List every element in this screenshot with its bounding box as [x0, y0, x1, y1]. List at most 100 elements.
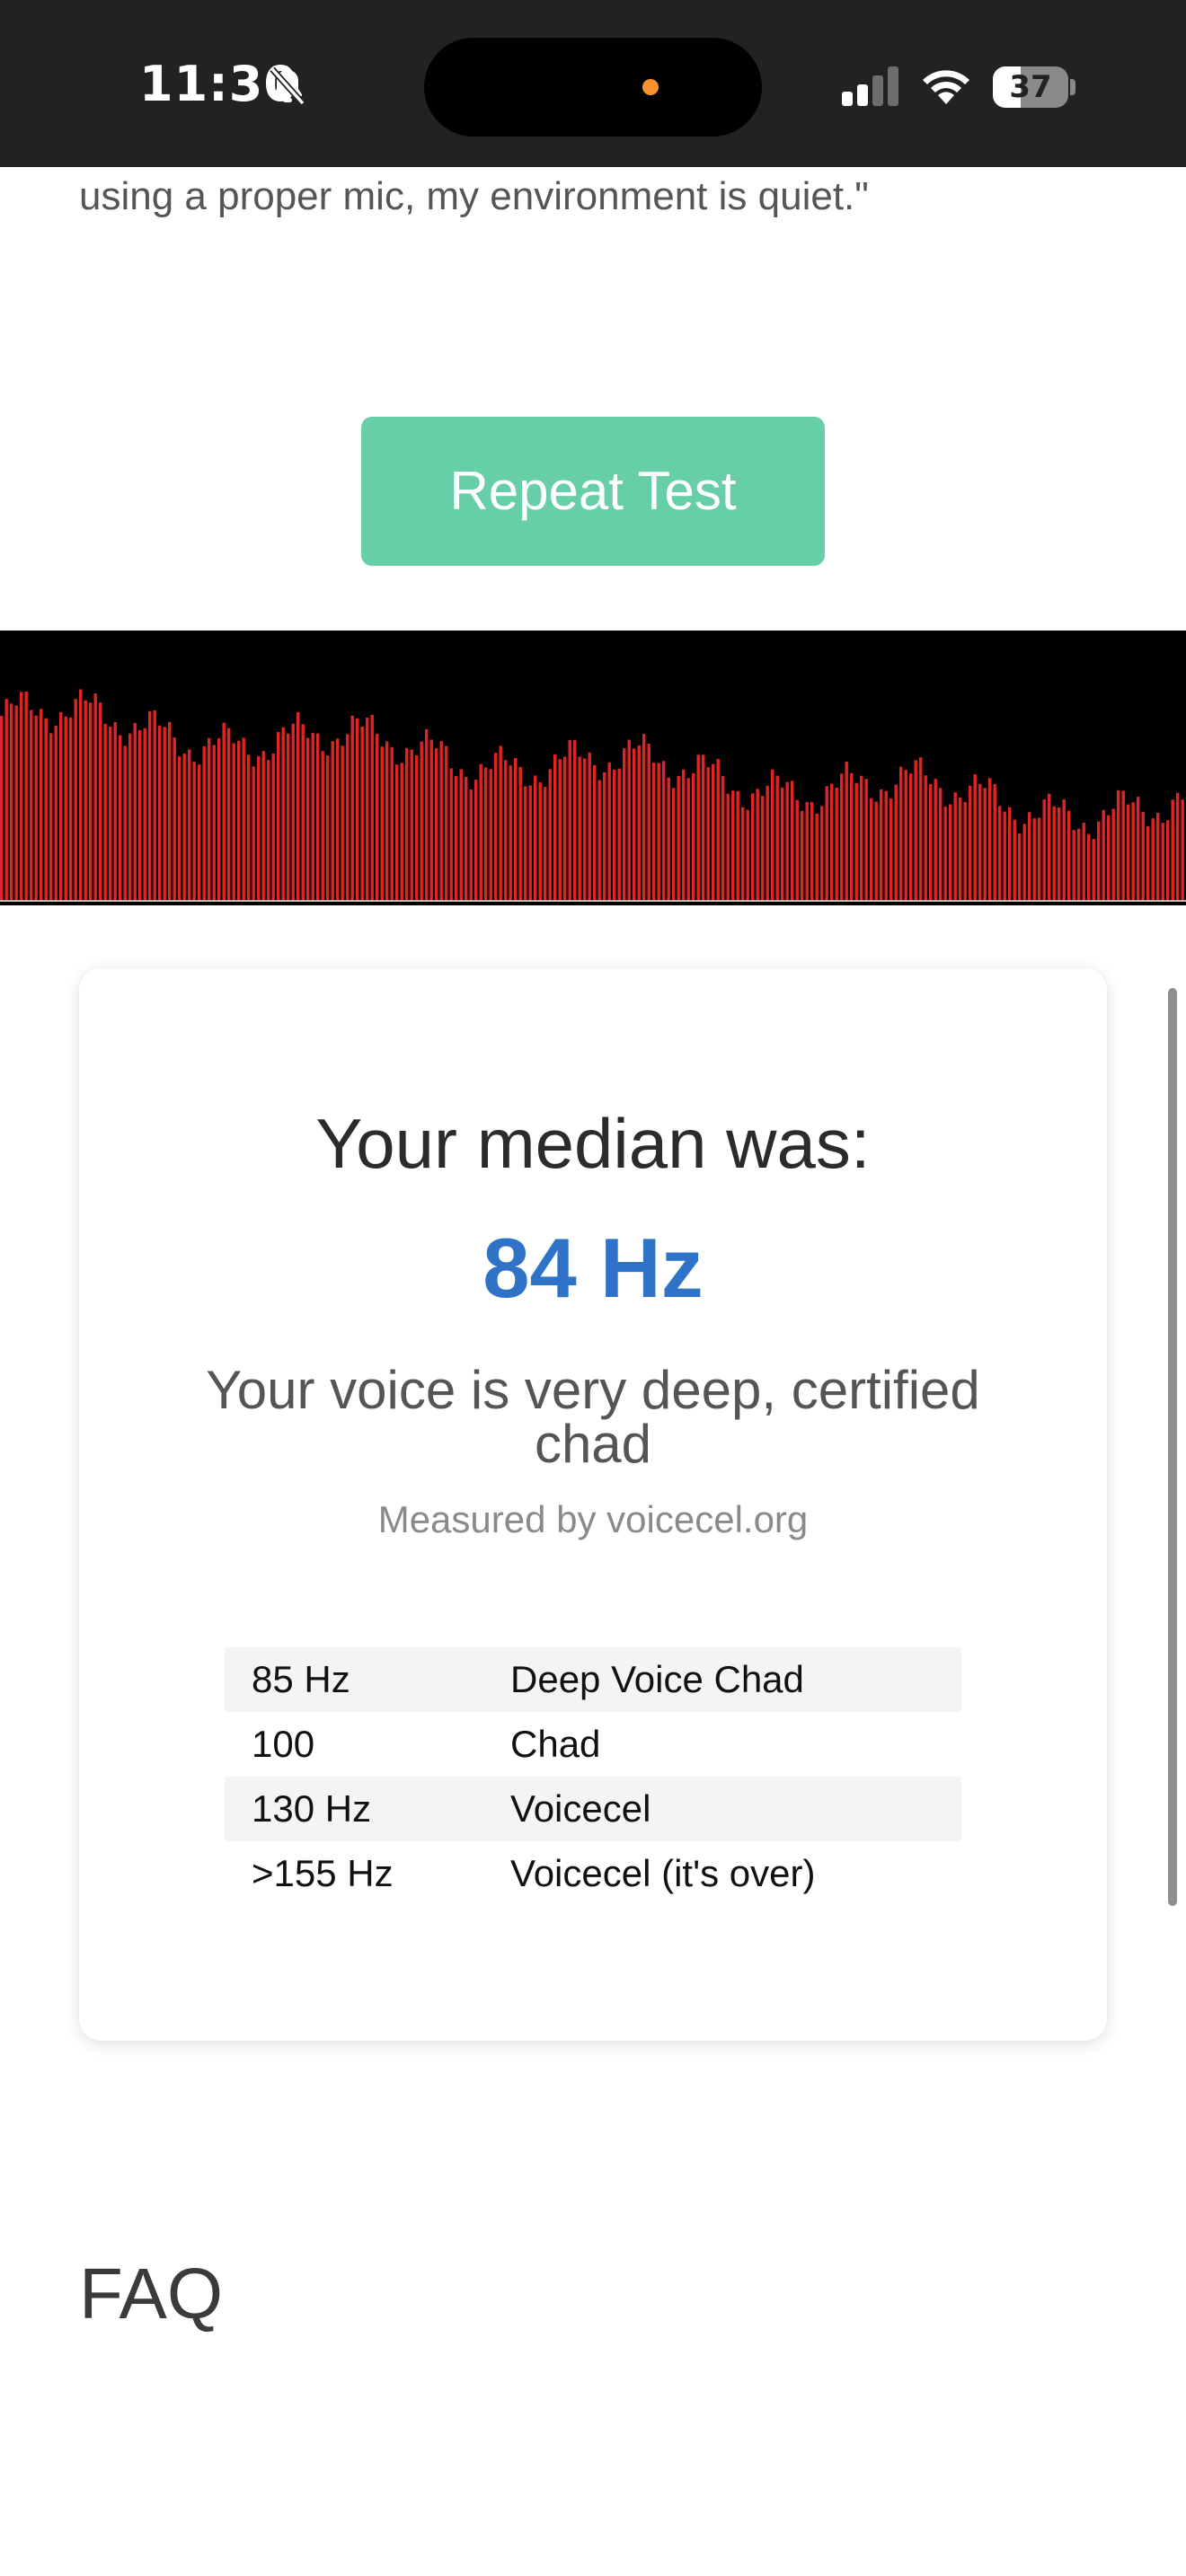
frequency-ranges-table: 85 Hz Deep Voice Chad 100 Chad 130 Hz Vo…: [225, 1647, 961, 1906]
visualizer-bar: [93, 693, 97, 900]
visualizer-bar: [30, 710, 33, 900]
visualizer-bar: [677, 776, 680, 900]
visualizer-bar: [455, 775, 458, 900]
visualizer-bar: [854, 782, 858, 900]
repeat-test-button[interactable]: Repeat Test: [361, 417, 825, 566]
visualizer-bar: [1156, 812, 1160, 900]
scrollbar[interactable]: [1168, 988, 1177, 1906]
visualizer-bar: [74, 699, 77, 900]
visualizer-bar: [1166, 820, 1170, 900]
visualizer-bar: [34, 715, 38, 900]
visualizer-bar: [435, 748, 438, 900]
visualizer-bar: [702, 754, 705, 900]
visualizer-bar: [914, 760, 917, 900]
visualizer-bar: [607, 762, 611, 900]
visualizer-bar: [138, 729, 142, 900]
range-hz: 85 Hz: [225, 1647, 483, 1712]
visualizer-bar: [801, 810, 804, 900]
visualizer-bar: [400, 763, 403, 900]
visualizer-bar: [1127, 804, 1130, 900]
visualizer-bar: [528, 785, 532, 900]
visualizer-bar: [870, 798, 873, 900]
visualizer-bar: [766, 785, 769, 900]
visualizer-bar: [1077, 828, 1081, 900]
visualizer-bar: [4, 699, 8, 900]
table-row: 85 Hz Deep Voice Chad: [225, 1647, 961, 1712]
visualizer-bar: [548, 769, 552, 900]
visualizer-bar: [439, 741, 443, 900]
visualizer-bar: [20, 692, 23, 900]
visualizer-bar: [830, 783, 834, 900]
visualizer-bar: [1111, 808, 1115, 900]
visualizer-bar: [969, 785, 972, 900]
visualizer-bar: [1022, 824, 1026, 900]
visualizer-bar: [692, 772, 695, 900]
visualizer-bar: [1151, 818, 1155, 900]
visualizer-bar: [370, 714, 374, 900]
visualizer-bar: [261, 751, 265, 900]
table-row: >155 Hz Voicecel (it's over): [225, 1841, 961, 1906]
battery-percent: 37: [1009, 69, 1052, 105]
visualizer-bar: [287, 733, 290, 900]
visualizer-bar: [563, 756, 567, 900]
visualizer-bar: [1092, 839, 1095, 900]
visualizer-bar: [1032, 818, 1036, 900]
range-hz: 130 Hz: [225, 1777, 483, 1841]
visualizer-bar: [376, 734, 379, 900]
visualizer-bar: [291, 723, 295, 900]
visualizer-bar: [904, 770, 907, 900]
visualizer-bar: [795, 799, 799, 900]
visualizer-bar: [544, 787, 547, 900]
visualizer-bar: [1082, 822, 1085, 900]
visualizer-bar: [825, 786, 828, 900]
visualizer-bar: [10, 703, 13, 900]
visualizer-bar: [148, 710, 152, 900]
visualizer-bar: [24, 691, 28, 900]
visualizer-bar: [202, 745, 206, 900]
visualizer-bar: [474, 780, 478, 900]
visualizer-bar: [390, 746, 394, 900]
visualizer-bar: [14, 705, 18, 900]
visualizer-bar: [257, 755, 261, 900]
signal-icon: [842, 66, 898, 106]
visualizer-bar: [429, 739, 433, 900]
visualizer-bar: [489, 769, 492, 900]
visualizer-bar: [227, 728, 231, 900]
dynamic-island: [424, 38, 762, 137]
visualizer-bar: [578, 756, 581, 900]
visualizer-bar: [1042, 798, 1046, 900]
visualizer-bar: [385, 741, 389, 900]
range-label: Deep Voice Chad: [483, 1647, 961, 1712]
visualizer-bar: [445, 745, 448, 900]
visualizer-bar: [736, 790, 739, 900]
visualizer-bar: [449, 768, 453, 900]
visualizer-bar: [597, 780, 601, 900]
visualizer-bar: [113, 722, 117, 900]
visualizer-bar: [805, 801, 809, 900]
visualizer-bar: [1028, 812, 1031, 900]
bell-slash-icon: [270, 66, 305, 106]
visualizer-bar: [696, 754, 700, 900]
visualizer-bar: [716, 758, 720, 900]
visualizer-bar: [380, 746, 384, 900]
visualizer-bar: [109, 727, 112, 900]
visualizer-bar: [943, 807, 947, 900]
visualizer-bar: [504, 760, 508, 900]
visualizer-bar: [89, 702, 93, 900]
visualizer-bar: [350, 715, 354, 900]
visualizer-bar: [682, 769, 686, 900]
visualizer-bar: [959, 797, 962, 900]
visualizer-bar: [746, 809, 749, 900]
visualizer-bar: [405, 747, 409, 900]
visualizer-bar: [721, 776, 725, 900]
visualizer-bar: [553, 754, 557, 900]
visualizer-bar: [771, 769, 774, 900]
visualizer-bar: [64, 716, 67, 900]
visualizer-bar: [366, 718, 369, 900]
visualizer-bar: [652, 763, 656, 900]
visualizer-bar: [316, 733, 320, 900]
visualizer-bar: [420, 741, 423, 900]
visualizer-bar: [627, 739, 631, 900]
visualizer-bar: [459, 769, 463, 900]
visualizer-bar: [1176, 792, 1180, 900]
